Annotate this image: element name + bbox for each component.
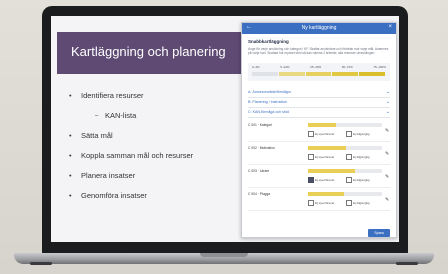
option-label: Ej specificerat: [315, 177, 335, 182]
level-slider[interactable]: [308, 123, 382, 127]
level-fill: [308, 192, 344, 196]
section-description: Ange för varje ansökning och kategori i …: [248, 47, 389, 55]
save-button[interactable]: Spara: [368, 229, 390, 237]
level-slider[interactable]: [308, 169, 382, 173]
dialog-header: ← Ny kartläggning ×: [242, 23, 396, 34]
option-unspecified[interactable]: Ej specificerat: [308, 200, 334, 206]
item-label: C 003 · Lärare: [248, 169, 270, 173]
scale-bar: [252, 72, 386, 76]
chevron-down-icon[interactable]: ⌄: [386, 109, 390, 115]
mapping-item-row: C 002 · Motivation Ej specificerat Ej till…: [248, 144, 390, 165]
slide-bullet: Planera insatser: [69, 166, 269, 186]
scale-segment: [359, 72, 385, 76]
level-slider[interactable]: [308, 146, 382, 150]
slide-bullet: Koppla samman mål och resurser: [69, 146, 269, 166]
pencil-icon[interactable]: ✎: [385, 128, 389, 134]
dialog-title: Ny kartläggning: [301, 25, 337, 31]
option-unspecified[interactable]: Ej specificerat: [308, 131, 334, 137]
option-unspecified[interactable]: Ej specificerat: [308, 177, 334, 183]
mapping-item-row: C 001 · Kategori Ej specificerat Ej tillgä…: [248, 121, 390, 142]
laptop-foot-left: [30, 262, 52, 265]
option-unspecified[interactable]: Ej specificerat: [308, 154, 334, 160]
checkbox[interactable]: [346, 131, 352, 137]
chevron-down-icon[interactable]: ⌄: [386, 89, 390, 95]
level-slider[interactable]: [308, 192, 382, 196]
scale-labels: 0–4% 5–24% 25–49% 50–74% 75–100%: [252, 65, 386, 69]
option-unavailable[interactable]: Ej tillgänglig: [346, 200, 370, 206]
scale-label: 75–100%: [373, 65, 386, 69]
item-label: C 001 · Kategori: [248, 123, 273, 127]
close-icon[interactable]: ×: [388, 24, 392, 30]
level-fill: [308, 123, 337, 127]
new-mapping-dialog: ← Ny kartläggning × Snabbkartläggning An…: [241, 22, 397, 238]
option-label: Ej specificerat: [315, 154, 335, 159]
accordion-row[interactable]: A: Ämnesområde/förmågor ⌄: [248, 89, 390, 98]
accordion-label: A: Ämnesområde/förmågor: [248, 90, 292, 94]
option-label: Ej tillgänglig: [353, 200, 370, 205]
level-scale: 0–4% 5–24% 25–49% 50–74% 75–100%: [248, 63, 390, 81]
slide-bullet: Genomföra insatser: [69, 186, 269, 206]
checkbox[interactable]: [346, 200, 352, 206]
option-unavailable[interactable]: Ej tillgänglig: [346, 154, 370, 160]
checkbox[interactable]: [346, 177, 352, 183]
mapping-item-row: C 004 · Plugga Ej specificerat Ej tillgäng…: [248, 190, 390, 211]
item-label: C 004 · Plugga: [248, 192, 270, 196]
level-fill: [308, 169, 356, 173]
scale-segment: [278, 72, 305, 76]
option-label: Ej specificerat: [315, 131, 335, 136]
scale-segment: [252, 72, 278, 76]
slide-bullet-list: Identifiera resurserKAN-listaSätta målKo…: [69, 86, 269, 206]
scale-label: 50–74%: [341, 65, 353, 69]
mapping-item-row: C 003 · Lärare Ej specificerat Ej tillgäng…: [248, 167, 390, 188]
option-label: Ej specificerat: [315, 200, 335, 205]
laptop-notch: [200, 253, 248, 257]
pencil-icon[interactable]: ✎: [385, 151, 389, 157]
slide-title: Kartläggning och planering: [71, 44, 226, 59]
pencil-icon[interactable]: ✎: [385, 197, 389, 203]
laptop-foot-right: [396, 262, 418, 265]
checkbox[interactable]: [308, 200, 314, 206]
scale-segment: [332, 72, 359, 76]
accordion-row[interactable]: C: KAN-förmåga och stöd ⌄: [248, 109, 390, 118]
level-fill: [308, 146, 347, 150]
option-label: Ej tillgänglig: [353, 131, 370, 136]
checkbox[interactable]: [346, 154, 352, 160]
option-label: Ej tillgänglig: [353, 154, 370, 159]
scale-segment: [305, 72, 332, 76]
scale-label: 0–4%: [252, 65, 260, 69]
option-unavailable[interactable]: Ej tillgänglig: [346, 177, 370, 183]
option-unavailable[interactable]: Ej tillgänglig: [346, 131, 370, 137]
checkbox[interactable]: [308, 131, 314, 137]
section-title: Snabbkartläggning: [248, 39, 289, 44]
slide-bullet: Identifiera resurser: [69, 86, 269, 106]
scale-label: 5–24%: [280, 65, 290, 69]
chevron-down-icon[interactable]: ⌄: [386, 99, 390, 105]
accordion-label: C: KAN-förmåga och stöd: [248, 110, 289, 114]
checkbox[interactable]: [308, 154, 314, 160]
slide-sub-bullet: KAN-lista: [69, 106, 269, 126]
checkbox[interactable]: [308, 177, 314, 183]
item-label: C 002 · Motivation: [248, 146, 275, 150]
option-label: Ej tillgänglig: [353, 177, 370, 182]
slide-bullet: Sätta mål: [69, 126, 269, 146]
laptop-screen: Kartläggning och planering Identifiera r…: [51, 16, 399, 242]
accordion-row[interactable]: B: Planering / Instruktion ⌄: [248, 99, 390, 108]
scale-label: 25–49%: [310, 65, 322, 69]
pencil-icon[interactable]: ✎: [385, 174, 389, 180]
accordion-label: B: Planering / Instruktion: [248, 100, 288, 104]
